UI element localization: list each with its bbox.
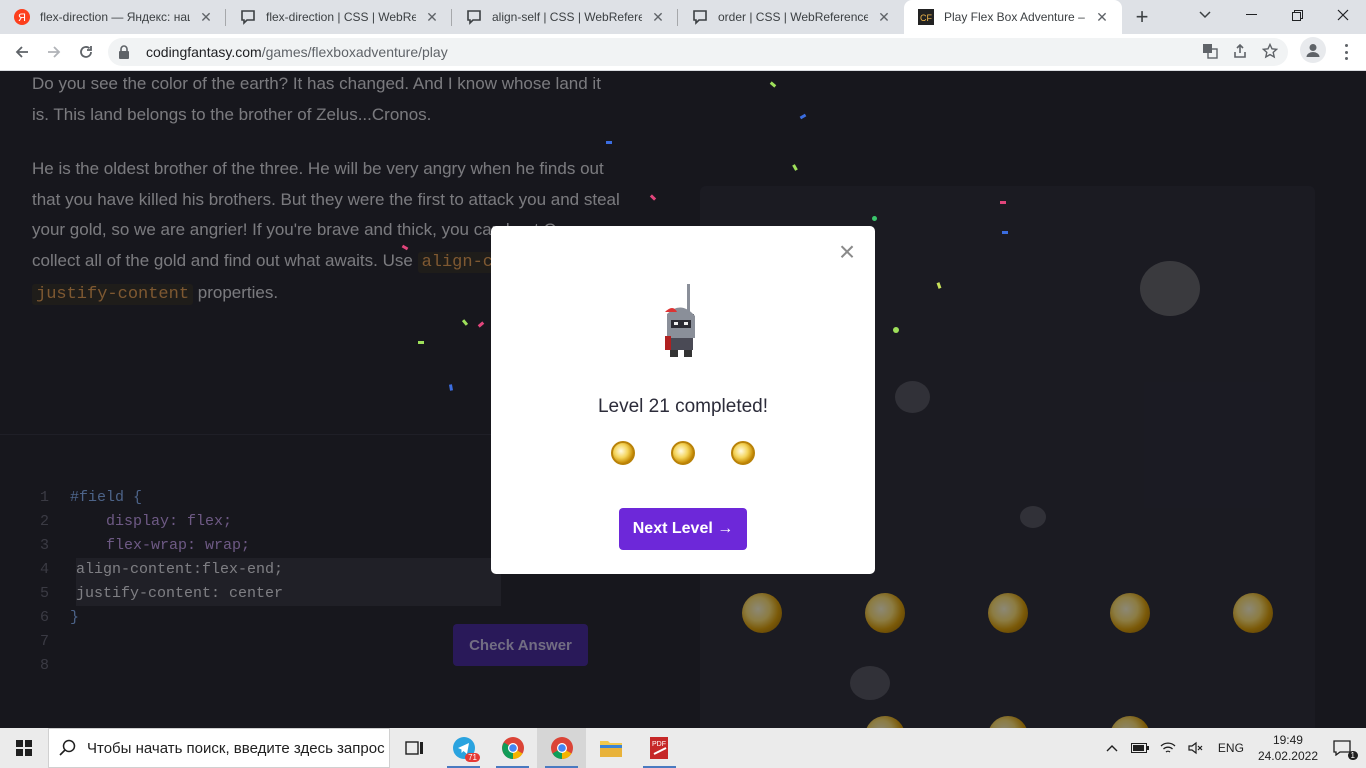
- task-view-icon[interactable]: [390, 728, 439, 768]
- url-path: /games/flexboxadventure/play: [261, 44, 448, 60]
- webref-icon: [240, 9, 256, 25]
- windows-taskbar: Чтобы начать поиск, введите здесь запрос…: [0, 728, 1366, 768]
- svg-text:PDF: PDF: [652, 741, 666, 748]
- close-icon[interactable]: ×: [835, 238, 859, 266]
- window-controls: [1228, 0, 1366, 30]
- forward-icon[interactable]: [38, 36, 70, 68]
- confetti: [418, 341, 424, 344]
- tab-title: flex-direction — Яндекс: нашлось: [40, 10, 190, 24]
- chrome-active-icon[interactable]: [537, 728, 586, 768]
- svg-text:Я: Я: [18, 12, 26, 24]
- chevron-up-icon[interactable]: [1100, 744, 1124, 752]
- bookmark-star-icon[interactable]: [1261, 42, 1279, 62]
- webref-icon: [466, 9, 482, 25]
- lock-icon[interactable]: [118, 45, 134, 59]
- browser-tab-strip: Я flex-direction — Яндекс: нашлось ✕ fle…: [0, 0, 1366, 34]
- close-tab-icon[interactable]: ✕: [876, 9, 892, 26]
- profile-avatar-icon[interactable]: [1300, 37, 1326, 63]
- file-explorer-icon[interactable]: [586, 728, 635, 768]
- tab-title: order | CSS | WebReference: [718, 10, 868, 24]
- confetti: [893, 327, 899, 333]
- close-tab-icon[interactable]: ✕: [1094, 9, 1110, 26]
- tab-title: flex-direction | CSS | WebReference: [266, 10, 416, 24]
- minimize-icon[interactable]: [1228, 0, 1274, 30]
- coin-star-icon: [671, 441, 695, 465]
- earned-coins: [611, 441, 755, 465]
- browser-tab-active[interactable]: CF Play Flex Box Adventure – CSS ✕: [904, 0, 1122, 34]
- tab-search-chevron-icon[interactable]: [1190, 0, 1220, 30]
- browser-toolbar: codingfantasy.com/games/flexboxadventure…: [0, 34, 1366, 71]
- address-bar[interactable]: codingfantasy.com/games/flexboxadventure…: [108, 38, 1288, 66]
- webref-icon: [692, 9, 708, 25]
- coin-star-icon: [611, 441, 635, 465]
- level-complete-title: Level 21 completed!: [597, 396, 769, 417]
- tab-title: align-self | CSS | WebReference: [492, 10, 642, 24]
- confetti: [606, 141, 612, 144]
- clock-time: 19:49: [1272, 733, 1303, 747]
- browser-tab[interactable]: order | CSS | WebReference ✕: [678, 0, 904, 34]
- close-tab-icon[interactable]: ✕: [424, 9, 440, 26]
- codingfantasy-icon: CF: [918, 9, 934, 25]
- coin-star-icon: [731, 441, 755, 465]
- telegram-icon[interactable]: 71: [439, 728, 488, 768]
- battery-icon[interactable]: [1128, 743, 1152, 753]
- close-tab-icon[interactable]: ✕: [198, 9, 214, 26]
- search-icon: [59, 739, 77, 757]
- level-complete-modal: × Level 21 completed! Next Level →: [491, 226, 875, 574]
- new-tab-button[interactable]: +: [1122, 0, 1162, 34]
- reload-icon[interactable]: [70, 36, 102, 68]
- pdf-app-icon[interactable]: PDF: [635, 728, 684, 768]
- confetti: [1002, 231, 1008, 234]
- back-icon[interactable]: [6, 36, 38, 68]
- notifications-icon[interactable]: 1: [1330, 740, 1358, 760]
- browser-tab[interactable]: flex-direction | CSS | WebReference ✕: [226, 0, 452, 34]
- game-page: Do you see the color of the earth? It ha…: [0, 71, 1366, 728]
- clock[interactable]: 19:49 24.02.2022: [1258, 732, 1318, 764]
- translate-icon[interactable]: [1202, 43, 1218, 62]
- windows-start-icon[interactable]: [0, 728, 48, 768]
- browser-tab[interactable]: Я flex-direction — Яндекс: нашлось ✕: [0, 0, 226, 34]
- close-tab-icon[interactable]: ✕: [650, 9, 666, 26]
- next-level-button[interactable]: Next Level →: [619, 508, 747, 550]
- yandex-icon: Я: [14, 9, 30, 25]
- volume-muted-icon[interactable]: [1184, 741, 1208, 755]
- share-icon[interactable]: [1232, 43, 1248, 62]
- confetti: [1000, 201, 1006, 204]
- system-tray: ENG 19:49 24.02.2022 1: [1098, 728, 1366, 768]
- url-host: codingfantasy.com: [146, 44, 262, 60]
- telegram-badge: 71: [465, 753, 480, 762]
- tab-title: Play Flex Box Adventure – CSS: [944, 10, 1086, 24]
- chrome-icon[interactable]: [488, 728, 537, 768]
- knight-character-icon: [653, 282, 713, 362]
- taskbar-search-input[interactable]: Чтобы начать поиск, введите здесь запрос: [48, 728, 390, 768]
- restore-icon[interactable]: [1274, 0, 1320, 30]
- wifi-icon[interactable]: [1156, 741, 1180, 755]
- confetti: [872, 216, 877, 221]
- svg-text:CF: CF: [920, 13, 932, 23]
- language-indicator[interactable]: ENG: [1218, 741, 1244, 755]
- close-window-icon[interactable]: [1320, 0, 1366, 30]
- menu-kebab-icon[interactable]: [1338, 42, 1354, 62]
- browser-tab[interactable]: align-self | CSS | WebReference ✕: [452, 0, 678, 34]
- clock-date: 24.02.2022: [1257, 749, 1318, 763]
- search-placeholder: Чтобы начать поиск, введите здесь запрос: [87, 739, 385, 757]
- notification-count: 1: [1347, 751, 1358, 760]
